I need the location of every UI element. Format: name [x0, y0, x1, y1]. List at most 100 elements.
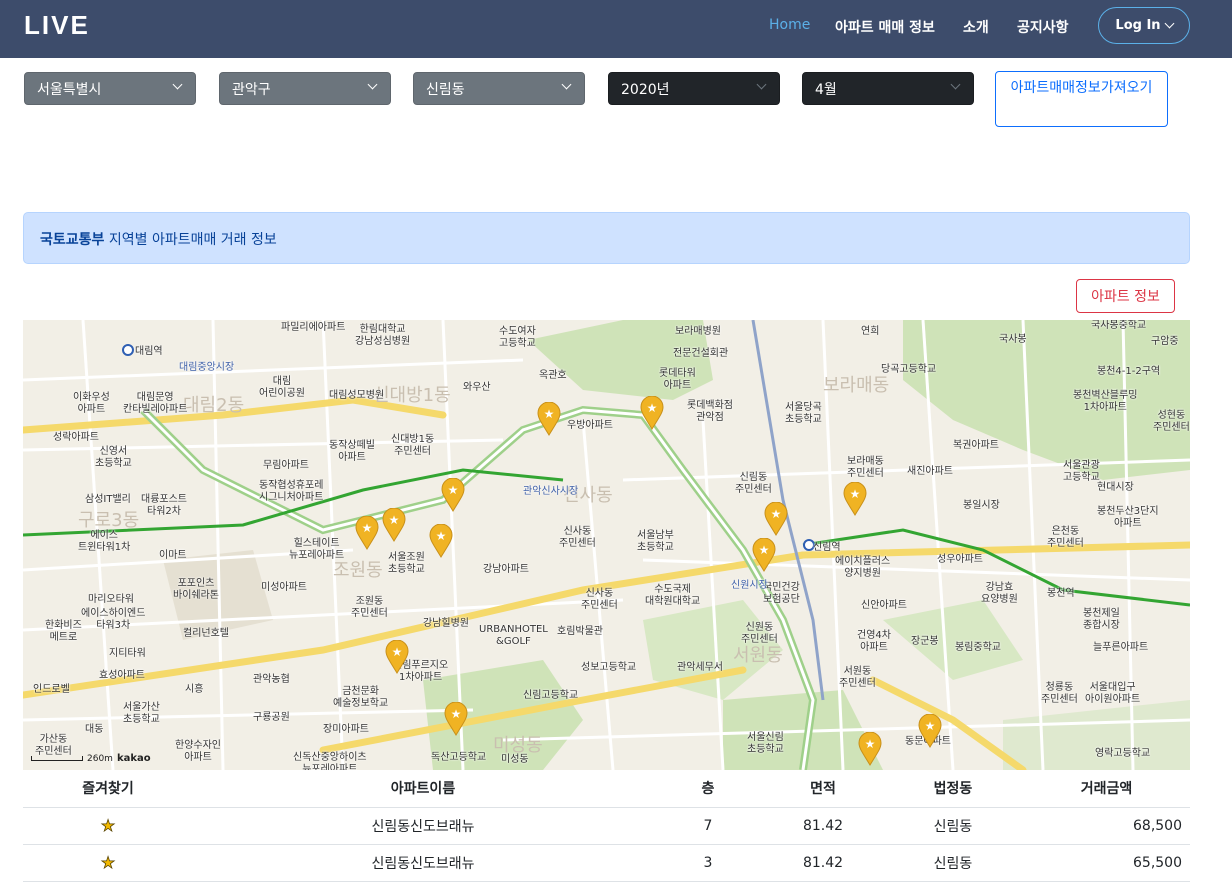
area-name: 대림2동	[183, 395, 245, 416]
floor-cell: 3	[653, 844, 763, 882]
apartment-marker-icon[interactable]: ★	[537, 402, 561, 436]
place-label: 은천동 주민센터	[1047, 526, 1084, 549]
place-label: 국사봉	[999, 334, 1027, 345]
place-label: 대림역	[135, 346, 163, 357]
place-label: 조원동 주민센터	[351, 596, 388, 619]
place-label: 봉천4-1-2구역	[1097, 366, 1161, 377]
area-cell: 81.42	[763, 844, 883, 882]
place-label: 성현동 주민센터	[1153, 410, 1190, 433]
apartment-marker-icon[interactable]: ★	[382, 508, 406, 542]
apartment-marker-icon[interactable]: ★	[429, 524, 453, 558]
header-dong: 법정동	[883, 770, 1023, 808]
brand-logo[interactable]: LIVE	[24, 10, 90, 41]
place-label: 강남아파트	[483, 564, 529, 575]
login-dropdown-button[interactable]: Log In	[1098, 7, 1190, 44]
place-label: 신림동 주민센터	[735, 472, 772, 495]
place-label: 롯데타워 아파트	[659, 368, 696, 391]
place-label: 신원동 주민센터	[741, 622, 778, 645]
dong-select[interactable]: 신림동	[413, 72, 585, 105]
place-label: 국민건강 보험공단	[763, 582, 800, 605]
area-name: 신대방1동	[373, 385, 451, 406]
svg-text:★: ★	[544, 407, 555, 421]
place-label: 효성아파트	[99, 670, 145, 681]
navbar: LIVE Home 아파트 매매 정보 소개 공지사항 Log In	[0, 0, 1232, 58]
star-icon[interactable]: ★	[100, 853, 115, 873]
nav-home[interactable]: Home	[769, 17, 810, 33]
place-label: 대륭포스트 타워2차	[141, 494, 187, 517]
table-row[interactable]: ★ 신림동신도브래뉴 3 81.42 신림동 65,500	[23, 844, 1190, 882]
district-select-value: 관악구	[232, 81, 271, 98]
apartment-marker-icon[interactable]: ★	[385, 640, 409, 674]
apartment-marker-icon[interactable]: ★	[764, 502, 788, 536]
month-select[interactable]: 4월	[802, 72, 974, 105]
chevron-down-icon	[1164, 18, 1175, 29]
map[interactable]: 대림2동 신대방1동 보라매동 신사동 조원동 구로3동 서원동 미성동 대림역…	[23, 320, 1190, 770]
favorite-cell: ★	[23, 844, 193, 882]
place-label: 한양수자인 아파트	[175, 740, 221, 763]
place-label: 늘푸른아파트	[1093, 642, 1149, 653]
fetch-apartment-trades-button[interactable]: 아파트매매정보가져오기	[995, 71, 1168, 127]
chevron-down-icon	[950, 79, 961, 90]
apartment-marker-icon[interactable]: ★	[444, 702, 468, 736]
area-name: 미성동	[493, 735, 543, 756]
place-label: 복권아파트	[953, 440, 999, 451]
place-label: 미성아파트	[261, 582, 307, 593]
city-select-value: 서울특별시	[37, 81, 102, 98]
apartment-marker-icon[interactable]: ★	[918, 714, 942, 748]
place-label: 수도국제 대학원대학교	[645, 584, 701, 607]
place-label: 대림문영 칸타빌레아파트	[123, 392, 188, 415]
header-floor: 층	[653, 770, 763, 808]
nav-apartment-trade[interactable]: 아파트 매매 정보	[835, 17, 935, 37]
place-label: 구룡공원	[253, 712, 290, 723]
place-label: 봉천벽산블루밍 1차아파트	[1073, 390, 1138, 413]
price-cell: 68,500	[1023, 807, 1190, 845]
year-select[interactable]: 2020년	[608, 72, 780, 105]
svg-text:★: ★	[436, 529, 447, 543]
place-label: 서울조원 초등학교	[388, 552, 425, 575]
place-label: 장미아파트	[323, 724, 369, 735]
svg-text:★: ★	[448, 483, 459, 497]
place-label: 신사동 주민센터	[559, 526, 596, 549]
place-label: 새진아파트	[907, 466, 953, 477]
nav-intro[interactable]: 소개	[963, 17, 989, 37]
place-label: 관악농협	[253, 674, 290, 685]
place-label: 전문건설회관	[673, 348, 729, 359]
place-label: 관악신사시장	[523, 486, 579, 497]
place-label: 한화비즈 메트로	[45, 620, 82, 643]
place-label: 서원동 주민센터	[839, 666, 876, 689]
place-label: 컬리넌호텔	[183, 628, 229, 639]
apartment-info-button[interactable]: 아파트 정보	[1076, 279, 1175, 313]
place-label: 연희	[861, 326, 880, 337]
apartment-marker-icon[interactable]: ★	[752, 538, 776, 572]
district-select[interactable]: 관악구	[219, 72, 391, 105]
apartment-marker-icon[interactable]: ★	[858, 732, 882, 766]
place-label: 수도여자 고등학교	[499, 326, 536, 349]
apartment-marker-icon[interactable]: ★	[640, 396, 664, 430]
place-label: 호림박물관	[557, 626, 603, 637]
star-icon[interactable]: ★	[100, 816, 115, 836]
nav-notice[interactable]: 공지사항	[1017, 17, 1069, 37]
apartment-marker-icon[interactable]: ★	[355, 516, 379, 550]
place-label: 성락아파트	[53, 432, 99, 443]
place-label: 힐스테이트 뉴포레아파트	[289, 538, 345, 561]
place-label: 서울당곡 초등학교	[785, 402, 822, 425]
place-label: 마리오타워	[88, 594, 134, 605]
apartment-marker-icon[interactable]: ★	[843, 482, 867, 516]
place-label: 이화우성 아파트	[73, 392, 110, 415]
kakao-logo: kakao	[116, 753, 151, 764]
city-select[interactable]: 서울특별시	[24, 72, 196, 105]
apartment-name-cell: 신림동신도브래뉴	[193, 807, 653, 845]
apartment-marker-icon[interactable]: ★	[441, 478, 465, 512]
place-label: 봉천두산3단지 아파트	[1097, 506, 1159, 529]
place-label: 강남힐병원	[423, 618, 469, 629]
place-label: 삼성IT밸리	[85, 494, 131, 505]
chevron-down-icon	[756, 79, 767, 90]
header-area: 면적	[763, 770, 883, 808]
place-label: 관악세무서	[677, 662, 723, 673]
place-label: 와우산	[463, 382, 491, 393]
chevron-down-icon	[561, 79, 572, 90]
place-label: 당곡고등학교	[881, 364, 937, 375]
place-label: 동작상떼빌 아파트	[329, 440, 375, 463]
table-row[interactable]: ★ 신림동신도브래뉴 7 81.42 신림동 68,500	[23, 807, 1190, 845]
header-favorite: 즐겨찾기	[23, 770, 193, 808]
